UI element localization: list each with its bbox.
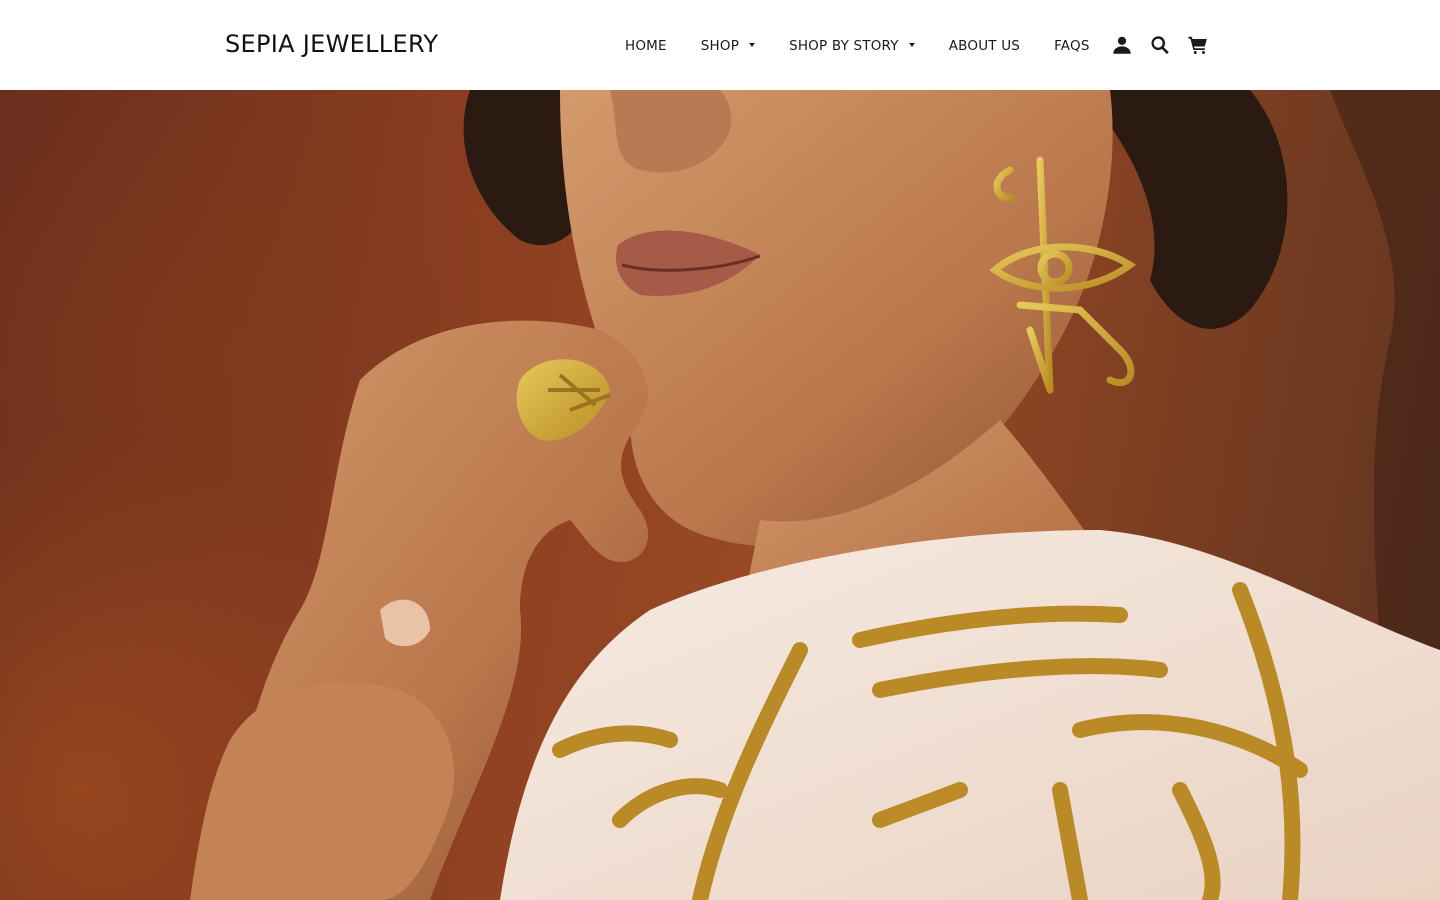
caret-down-icon xyxy=(908,43,915,47)
nav-item-label: HOME xyxy=(625,38,667,54)
site-logo[interactable]: SEPIA JEWELLERY xyxy=(225,30,438,58)
nav-item-shop[interactable]: SHOP xyxy=(700,38,756,54)
header-icons xyxy=(1111,34,1209,56)
account-icon[interactable] xyxy=(1111,34,1133,56)
hero-banner[interactable] xyxy=(0,90,1440,900)
main-nav: HOME SHOP SHOP BY STORY ABOUT US FAQS xyxy=(625,38,1090,54)
site-header: SEPIA JEWELLERY HOME SHOP SHOP BY STORY … xyxy=(0,0,1440,90)
hero-image xyxy=(190,90,1440,900)
nav-item-home[interactable]: HOME xyxy=(625,38,667,54)
caret-down-icon xyxy=(749,43,756,47)
nav-item-label: SHOP xyxy=(700,38,740,54)
nav-item-faqs[interactable]: FAQS xyxy=(1054,38,1090,54)
nav-item-about-us[interactable]: ABOUT US xyxy=(949,38,1020,54)
nav-item-label: FAQS xyxy=(1054,38,1090,54)
nav-item-label: SHOP BY STORY xyxy=(789,38,899,54)
search-icon[interactable] xyxy=(1149,34,1171,56)
nav-item-label: ABOUT US xyxy=(948,38,1021,54)
cart-icon[interactable] xyxy=(1187,34,1209,56)
nav-item-shop-by-story[interactable]: SHOP BY STORY xyxy=(789,38,915,54)
